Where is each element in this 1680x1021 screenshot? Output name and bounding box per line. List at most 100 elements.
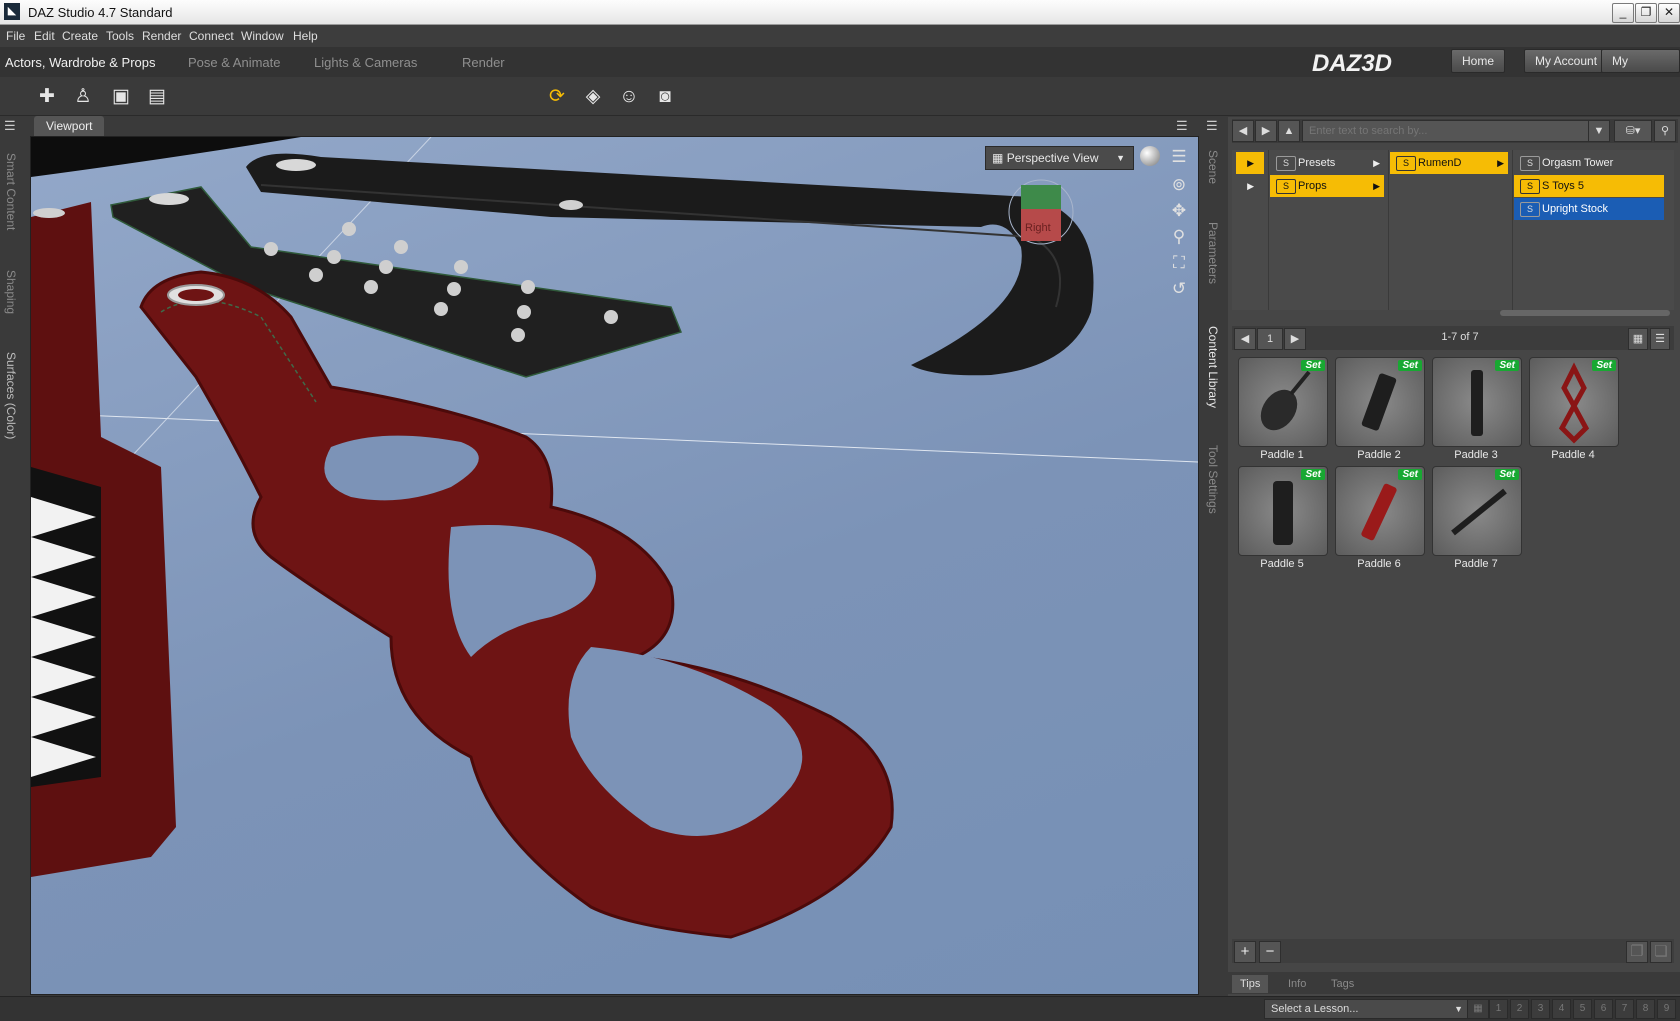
asset-thumbnail-paddle-7[interactable]: Set — [1432, 466, 1522, 556]
frame-icon[interactable]: ⛶ — [1168, 252, 1190, 274]
lesson-page[interactable]: 8 — [1636, 999, 1655, 1019]
orbit-icon[interactable]: ⊚ — [1168, 174, 1190, 196]
page-next-icon[interactable]: ▶ — [1284, 328, 1306, 350]
search-input[interactable] — [1302, 120, 1598, 142]
tab-pose-animate[interactable]: Pose & Animate — [188, 55, 281, 70]
viewport-3d-scene[interactable]: Right — [30, 136, 1199, 995]
up-icon[interactable]: ▲ — [1278, 120, 1300, 142]
lesson-page[interactable]: 5 — [1573, 999, 1592, 1019]
pan-icon[interactable]: ✥ — [1168, 200, 1190, 222]
menu-window[interactable]: Window — [241, 29, 284, 43]
tab-parameters[interactable]: Parameters — [1206, 222, 1220, 284]
restore-button[interactable]: ❐ — [1635, 3, 1657, 23]
reset-view-icon[interactable]: ↺ — [1168, 278, 1190, 300]
lesson-page[interactable]: 3 — [1531, 999, 1550, 1019]
tab-tips[interactable]: Tips — [1232, 975, 1269, 993]
tab-tags[interactable]: Tags — [1323, 975, 1362, 993]
folder-orgasm-tower[interactable]: S Orgasm Tower — [1514, 152, 1664, 174]
page-number[interactable]: 1 — [1257, 328, 1283, 350]
copy-icon[interactable]: ❐ — [1626, 941, 1648, 963]
menu-file[interactable]: File — [6, 29, 25, 43]
folder-s-toys-5[interactable]: SS Toys 5 — [1514, 175, 1664, 197]
tree-col-1 — [1268, 150, 1389, 310]
node-selection-icon[interactable]: ☺ — [616, 84, 642, 110]
lesson-page[interactable]: 1 — [1489, 999, 1508, 1019]
search-options-icon[interactable]: ▼ — [1588, 120, 1610, 142]
tab-render[interactable]: Render — [462, 55, 505, 70]
universal-tool-icon[interactable]: ⟳ — [544, 84, 570, 110]
minimize-button[interactable]: _ — [1612, 3, 1634, 23]
paste-icon[interactable]: ❏ — [1650, 941, 1672, 963]
tree-scrollbar[interactable] — [1500, 310, 1670, 316]
list-view-icon[interactable]: ☰ — [1650, 328, 1670, 350]
menu-render[interactable]: Render — [142, 29, 181, 43]
page-prev-icon[interactable]: ◀ — [1234, 328, 1256, 350]
icon-view-icon[interactable]: ▦ — [1628, 328, 1648, 350]
menu-edit[interactable]: Edit — [34, 29, 55, 43]
set-badge: Set — [1495, 469, 1519, 480]
draw-style-icon[interactable] — [1140, 146, 1160, 166]
menu-help[interactable]: Help — [293, 29, 318, 43]
tree-expand-toggle[interactable]: ▶ — [1236, 175, 1264, 197]
viewport-options-icon[interactable]: ☰ — [1168, 146, 1190, 168]
menu-create[interactable]: Create — [62, 29, 98, 43]
close-button[interactable]: ✕ — [1658, 3, 1680, 23]
lesson-page[interactable]: 2 — [1510, 999, 1529, 1019]
folder-label: Orgasm Tower — [1542, 157, 1614, 169]
asset-thumbnail-paddle-6[interactable]: Set — [1335, 466, 1425, 556]
set-badge: Set — [1301, 469, 1325, 480]
folder-rumend[interactable]: S RumenD ▶ — [1390, 152, 1508, 174]
tab-content-library[interactable]: Content Library — [1206, 326, 1220, 408]
tab-tool-settings[interactable]: Tool Settings — [1206, 445, 1220, 514]
folder-props[interactable]: S Props ▶ — [1270, 175, 1384, 197]
lesson-page[interactable]: 9 — [1657, 999, 1676, 1019]
tab-info[interactable]: Info — [1280, 975, 1314, 993]
wardrobe-icon[interactable]: ▤ — [144, 84, 170, 110]
menu-connect[interactable]: Connect — [189, 29, 234, 43]
add-button[interactable]: + — [1234, 941, 1256, 963]
left-panel-menu-icon[interactable]: ☰ — [4, 118, 16, 134]
my-account-button[interactable]: My Account — [1524, 49, 1609, 73]
tab-scene[interactable]: Scene — [1206, 150, 1220, 184]
figure-icon[interactable]: ♙ — [70, 84, 96, 110]
menu-tools[interactable]: Tools — [106, 29, 134, 43]
folder-upright-stock[interactable]: S Upright Stock — [1514, 198, 1664, 220]
my-gallery-button[interactable]: My Gallery — [1601, 49, 1680, 90]
tree-expand-toggle[interactable]: ▶ — [1236, 152, 1264, 174]
asset-thumbnail-paddle-2[interactable]: Set — [1335, 357, 1425, 447]
folder-icon: S — [1276, 179, 1296, 194]
asset-thumbnail-paddle-4[interactable]: Set — [1529, 357, 1619, 447]
cube-label-right[interactable]: Right — [1025, 222, 1051, 234]
asset-thumbnail-paddle-5[interactable]: Set — [1238, 466, 1328, 556]
add-node-icon[interactable]: ✚ — [34, 84, 60, 110]
viewport-tab[interactable]: Viewport — [34, 116, 105, 136]
tab-actors-wardrobe-props[interactable]: Actors, Wardrobe & Props — [5, 55, 156, 70]
tab-surfaces-color[interactable]: Surfaces (Color) — [4, 352, 18, 439]
tab-shaping[interactable]: Shaping — [4, 270, 18, 314]
lesson-page[interactable]: 4 — [1552, 999, 1571, 1019]
lesson-page[interactable]: 7 — [1615, 999, 1634, 1019]
folder-presets[interactable]: S Presets ▶ — [1270, 152, 1384, 174]
tab-smart-content[interactable]: Smart Content — [4, 153, 18, 230]
room-tabs: Actors, Wardrobe & Props Pose & Animate … — [0, 47, 1680, 77]
lesson-page[interactable]: 6 — [1594, 999, 1613, 1019]
zoom-icon[interactable]: ⚲ — [1168, 226, 1190, 248]
home-button[interactable]: Home — [1451, 49, 1506, 73]
viewport-menu-icon[interactable]: ☰ — [1176, 118, 1188, 134]
prop-icon[interactable]: ▣ — [108, 84, 134, 110]
lesson-select[interactable]: Select a Lesson... ▼ — [1264, 999, 1470, 1019]
right-panel-menu-icon[interactable]: ☰ — [1206, 118, 1218, 134]
render-camera-icon[interactable]: ◙ — [652, 84, 678, 110]
folder-label: Props — [1298, 180, 1327, 192]
search-icon[interactable]: ⚲ — [1654, 120, 1676, 142]
remove-button[interactable]: − — [1259, 941, 1281, 963]
perspective-view-select[interactable]: ▦ Perspective View ▼ — [985, 146, 1134, 170]
forward-icon[interactable]: ▶ — [1255, 120, 1277, 142]
database-icon[interactable]: ⛁▾ — [1614, 120, 1652, 142]
asset-thumbnail-paddle-1[interactable]: Set — [1238, 357, 1328, 447]
surface-selection-icon[interactable]: ◈ — [580, 84, 606, 110]
asset-thumbnail-paddle-3[interactable]: Set — [1432, 357, 1522, 447]
lesson-grid-icon[interactable]: ▦ — [1467, 999, 1489, 1019]
tab-lights-cameras[interactable]: Lights & Cameras — [314, 55, 417, 70]
back-icon[interactable]: ◀ — [1232, 120, 1254, 142]
